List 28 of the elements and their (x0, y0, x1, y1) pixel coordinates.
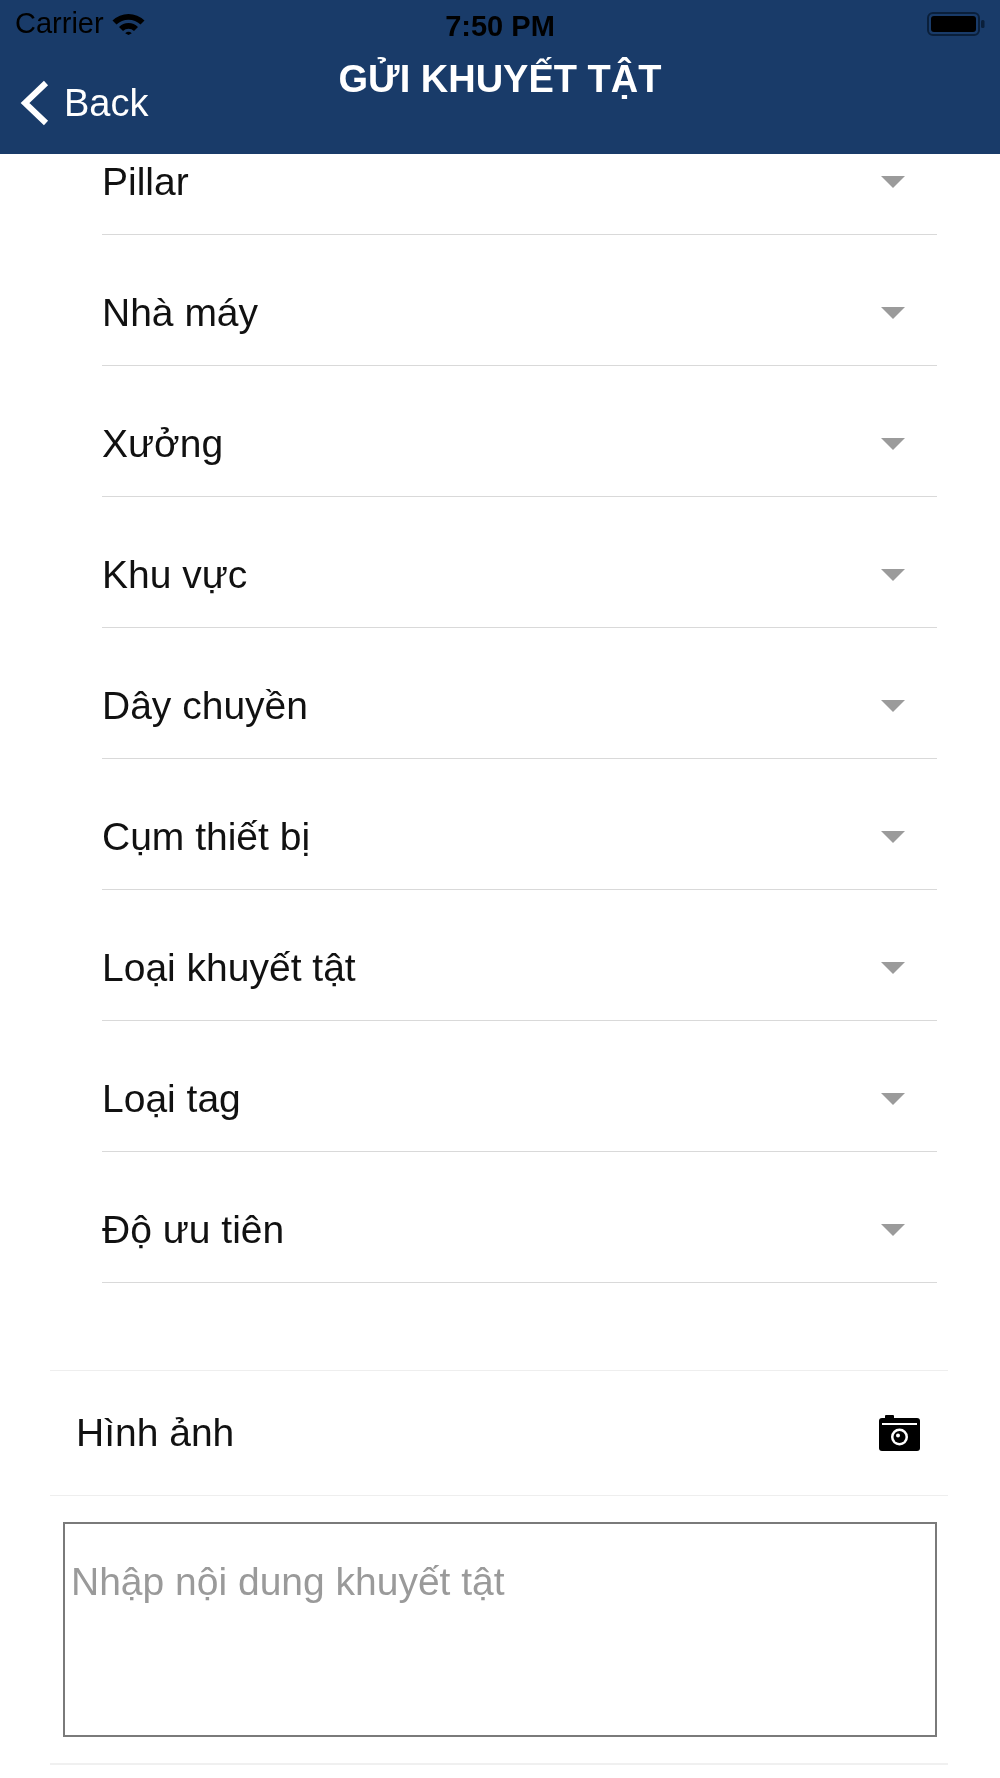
screen-title: GỬI KHUYẾT TẬT (338, 56, 662, 102)
dropdown-field[interactable]: Cụm thiết bị (102, 759, 937, 890)
image-label: Hình ảnh (76, 1409, 235, 1456)
time-label: 7:50 PM (445, 9, 555, 44)
chevron-left-icon (20, 80, 50, 126)
dropdown-field[interactable]: Loại tag (102, 1021, 937, 1152)
dropdown-field[interactable]: Pillar (102, 154, 937, 235)
description-field[interactable]: Nhập nội dung khuyết tật (63, 1522, 937, 1737)
caret-down-icon (881, 962, 905, 974)
caret-down-icon (881, 438, 905, 450)
dropdown-field[interactable]: Loại khuyết tật (102, 890, 937, 1021)
caret-down-icon (881, 569, 905, 581)
caret-down-icon (881, 1224, 905, 1236)
wifi-icon (111, 13, 145, 35)
battery-icon (927, 12, 985, 36)
carrier-label: Carrier (15, 6, 104, 42)
back-button[interactable]: Back (0, 79, 149, 127)
dropdown-field[interactable]: Xưởng (102, 366, 937, 497)
caret-down-icon (881, 831, 905, 843)
caret-down-icon (881, 307, 905, 319)
dropdown-field[interactable]: Khu vực (102, 497, 937, 628)
camera-icon[interactable] (879, 1415, 920, 1451)
caret-down-icon (881, 176, 905, 188)
dropdown-field[interactable]: Độ ưu tiên (102, 1152, 937, 1283)
caret-down-icon (881, 700, 905, 712)
caret-down-icon (881, 1093, 905, 1105)
dropdown-field[interactable]: Nhà máy (102, 235, 937, 366)
dropdown-field[interactable]: Dây chuyền (102, 628, 937, 759)
